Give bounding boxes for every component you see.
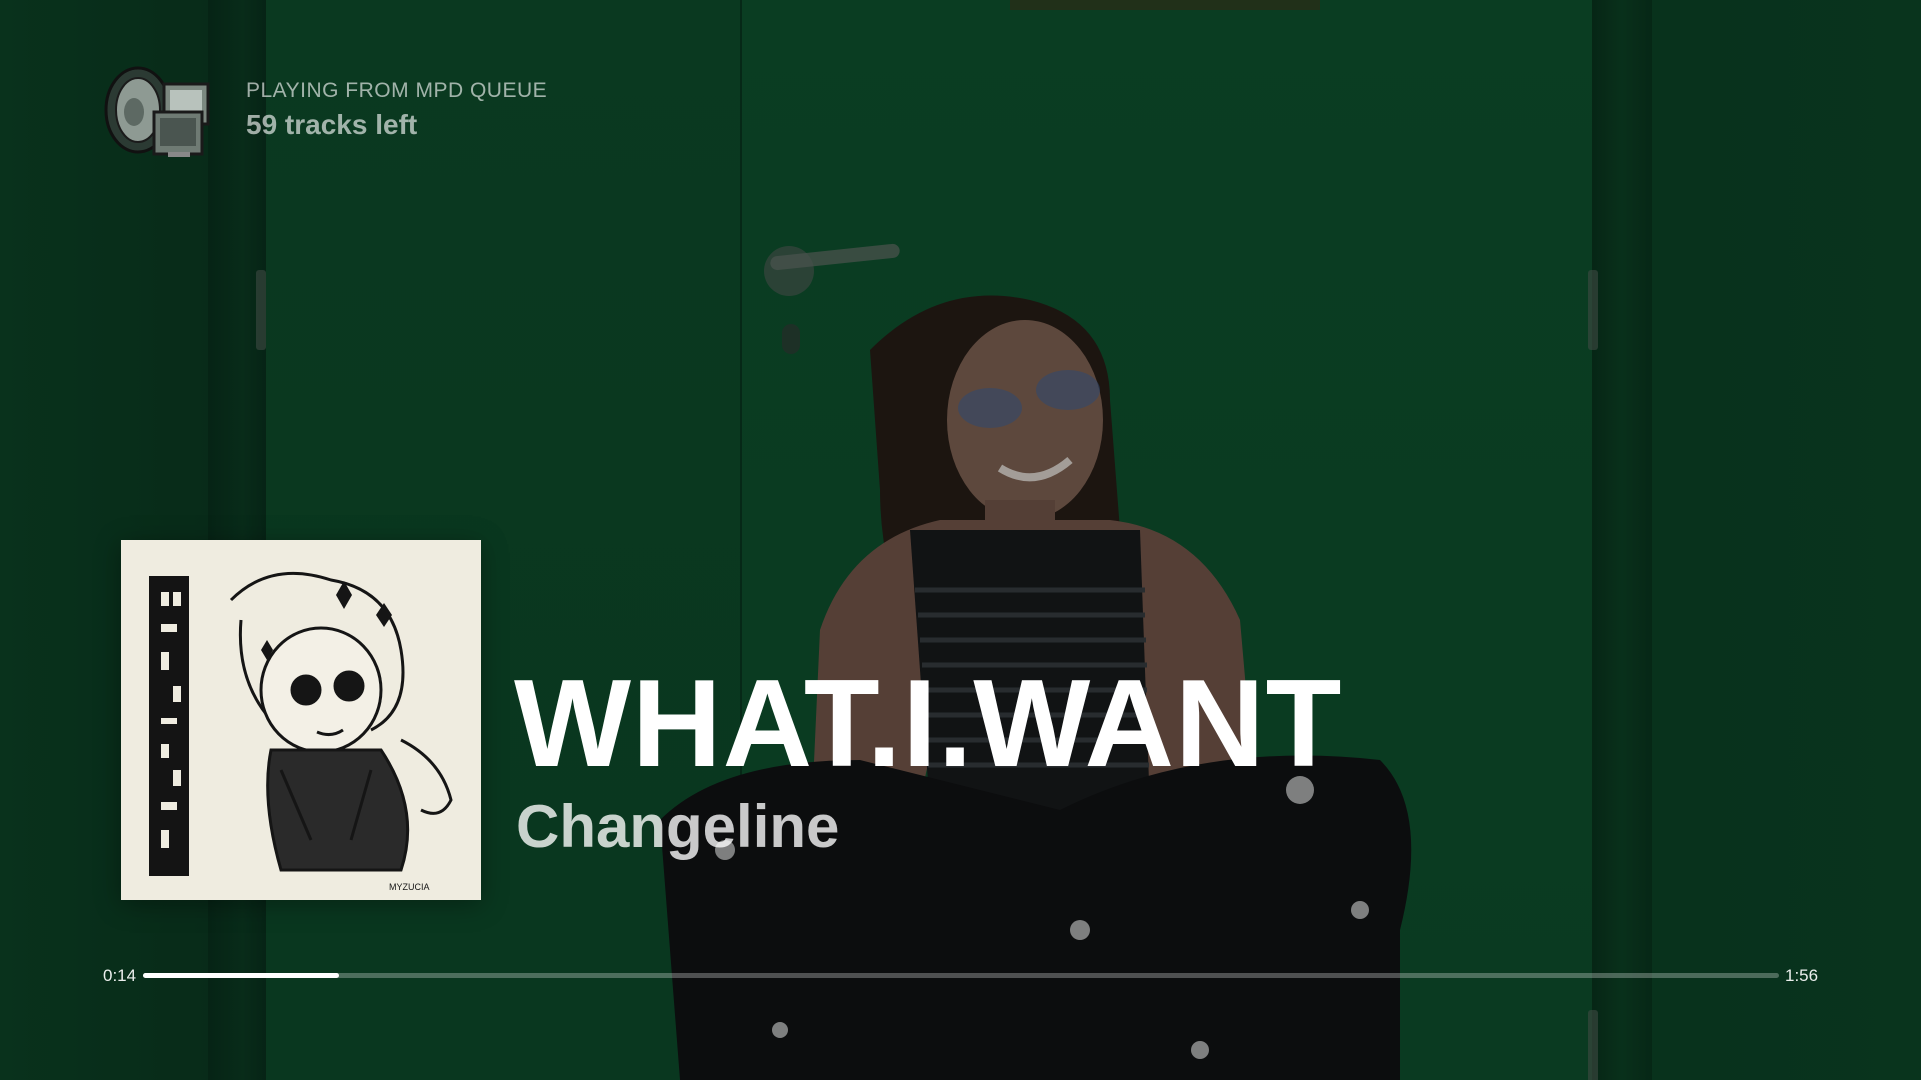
elapsed-time: 0:14 [103,966,137,985]
now-playing-screen: PLAYING FROM MPD QUEUE 59 tracks left MY… [0,0,1921,1080]
svg-text:MYZUCIA: MYZUCIA [389,882,430,892]
tracks-left-count: 59 tracks left [246,109,418,140]
total-time: 1:56 [1785,966,1819,985]
track-artist: Changeline [516,793,840,860]
playback-source-label: PLAYING FROM MPD QUEUE [246,79,548,102]
progress-bar[interactable] [143,973,1779,978]
track-title: WHAT.I.WANT [514,655,1343,793]
album-art: MYZUCIA [121,540,481,900]
speaker-computer-icon [98,62,216,160]
progress-bar-fill [143,973,340,978]
